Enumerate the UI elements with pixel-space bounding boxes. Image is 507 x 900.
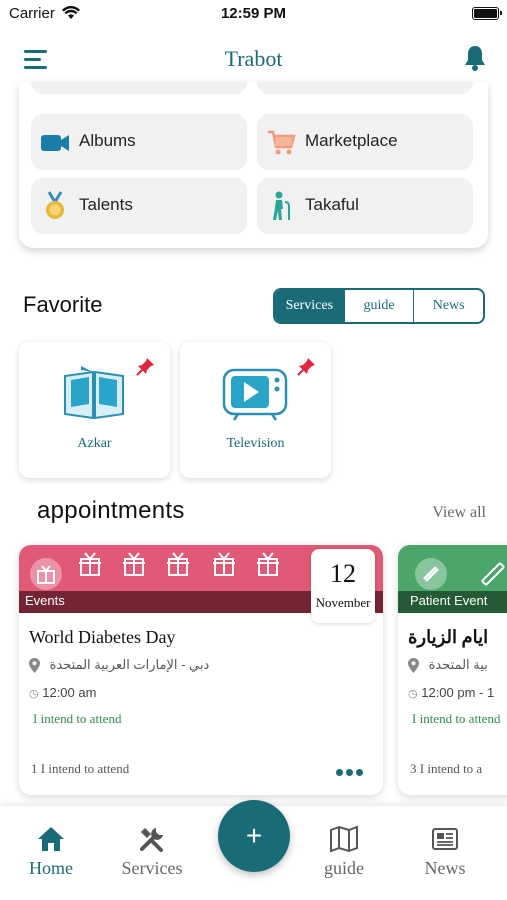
date-month: November	[315, 595, 371, 610]
tab-label: Services	[121, 858, 183, 878]
time-text: 12:00 pm - 1	[421, 685, 495, 700]
date-day: 12	[330, 559, 356, 588]
tab-news[interactable]: News	[400, 824, 490, 879]
tab-services[interactable]: Services	[275, 290, 344, 322]
medal-icon	[46, 191, 64, 219]
intend-to-attend-button[interactable]: I intend to attend	[412, 709, 502, 728]
category-label: Marketplace	[305, 131, 398, 150]
tab-label: News	[424, 858, 466, 878]
category-albums[interactable]: Albums	[31, 114, 247, 170]
walking-cane-person-icon	[273, 191, 290, 220]
appointment-time: ◷ 12:00 am	[29, 685, 96, 700]
favorite-item-label: Azkar	[77, 436, 112, 451]
nav-bar: Trabot	[0, 30, 507, 90]
appointment-location: دبي - الإمارات العربية المتحدة	[29, 657, 210, 674]
bandage-badge-icon	[415, 558, 447, 590]
add-fab-button[interactable]: +	[218, 800, 290, 872]
attendee-count: 3 I intend to a	[410, 761, 482, 777]
view-all-link[interactable]: View all	[432, 504, 486, 522]
tools-icon	[140, 827, 163, 852]
tab-label: Home	[29, 858, 73, 878]
home-icon	[38, 827, 64, 851]
location-text: دبي - الإمارات العربية المتحدة	[49, 657, 210, 672]
favorite-item-azkar[interactable]: Azkar	[19, 342, 170, 478]
favorite-segmented-control: Services guide News	[273, 288, 485, 324]
favorite-heading: Favorite	[23, 292, 103, 317]
location-pin-icon	[408, 658, 419, 674]
shopping-cart-icon	[268, 130, 296, 155]
clock: 12:59 PM	[220, 5, 287, 22]
tab-guide[interactable]: guide	[343, 290, 414, 322]
favorite-item-label: Television	[226, 436, 285, 451]
event-banner: Patient Event	[398, 545, 507, 613]
tab-news[interactable]: News	[413, 290, 483, 322]
pin-icon[interactable]	[297, 356, 317, 376]
video-camera-icon	[41, 135, 69, 151]
tab-services[interactable]: Services	[107, 824, 197, 879]
category-partial-left[interactable]	[31, 82, 247, 94]
category-partial-right[interactable]	[257, 82, 473, 94]
category-label: Albums	[79, 131, 136, 150]
battery-icon	[472, 7, 502, 20]
time-text: 12:00 am	[42, 685, 97, 700]
intend-to-attend-button[interactable]: I intend to attend	[33, 709, 123, 728]
clock-icon: ◷	[408, 688, 418, 700]
event-tag: Events	[25, 593, 65, 608]
category-takaful[interactable]: Takaful	[257, 178, 473, 234]
appointment-location: بية المتحدة	[408, 657, 488, 674]
favorite-item-television[interactable]: Television	[180, 342, 331, 478]
tab-label: guide	[324, 858, 364, 878]
more-options-icon[interactable]	[336, 769, 363, 776]
pin-icon[interactable]	[136, 356, 156, 376]
location-text: بية المتحدة	[428, 657, 488, 672]
tab-home[interactable]: Home	[6, 824, 96, 879]
appointments-heading: appointments	[37, 497, 185, 524]
attendee-count: 1 I intend to attend	[31, 761, 129, 777]
clock-icon: ◷	[29, 688, 39, 700]
bell-icon[interactable]	[463, 44, 487, 72]
attendee-count-label: I intend to attend	[40, 761, 130, 776]
gift-badge-icon	[30, 558, 62, 590]
appointment-card[interactable]: Patient Event ايام الزيارة بية المتحدة ◷…	[398, 545, 507, 795]
date-badge: 12 November	[311, 549, 375, 623]
attendee-count-label: I intend to a	[419, 761, 483, 776]
attendee-count-number: 3	[410, 761, 417, 776]
category-marketplace[interactable]: Marketplace	[257, 114, 473, 170]
bandage-pattern	[481, 562, 505, 586]
category-label: Takaful	[305, 195, 359, 214]
event-tag: Patient Event	[410, 593, 488, 608]
category-label: Talents	[79, 195, 133, 214]
status-bar: Carrier 12:59 PM	[0, 0, 507, 30]
category-talents[interactable]: Talents	[31, 178, 247, 234]
app-title: Trabot	[224, 46, 283, 71]
map-icon	[330, 825, 358, 853]
tab-guide[interactable]: guide	[299, 824, 389, 879]
appointment-time: ◷ 12:00 pm - 1	[408, 685, 494, 700]
open-book-icon	[64, 366, 124, 420]
location-pin-icon	[29, 658, 40, 674]
appointment-title: World Diabetes Day	[29, 627, 176, 647]
attendee-count-number: 1	[31, 761, 38, 776]
appointment-card[interactable]: Events 12 November World Diabetes Day دب…	[19, 545, 383, 795]
television-icon	[222, 368, 288, 421]
appointment-title: ايام الزيارة	[408, 627, 489, 647]
categories-card: Albums Marketplace Talents Takaful	[19, 82, 488, 248]
newspaper-icon	[432, 828, 458, 850]
